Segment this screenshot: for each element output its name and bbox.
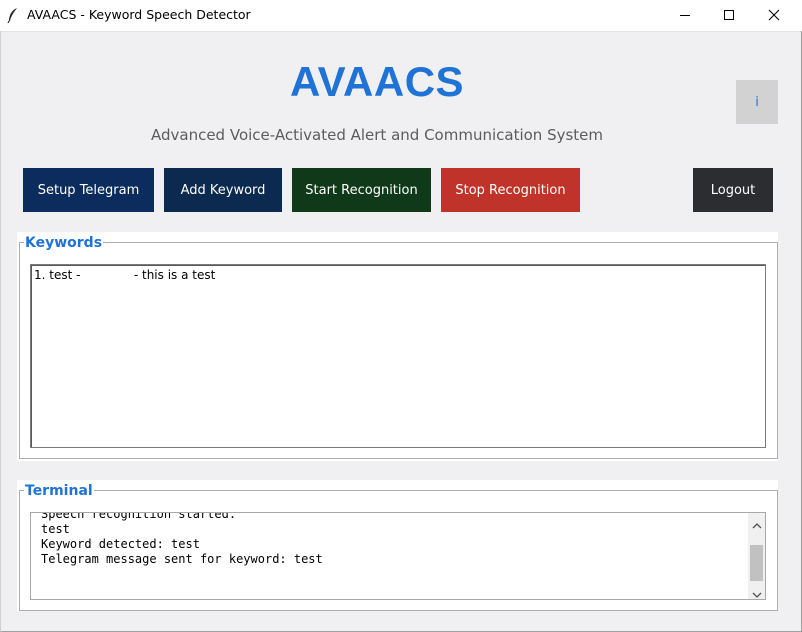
terminal-scrollbar[interactable] [748, 512, 766, 600]
terminal-line: Keyword detected: test [41, 537, 200, 551]
maximize-button[interactable] [706, 0, 752, 31]
window-title: AVAACS - Keyword Speech Detector [27, 7, 251, 22]
feather-icon [6, 7, 20, 24]
terminal-line: test [41, 522, 70, 536]
keywords-legend: Keywords [24, 235, 104, 251]
keywords-listbox[interactable]: 1. test - - this is a test [30, 264, 766, 448]
close-icon [768, 6, 780, 25]
terminal-line: Speech recognition started. [41, 512, 237, 521]
terminal-output[interactable]: Speech recognition started. test Keyword… [30, 512, 748, 600]
scroll-up-icon[interactable] [752, 516, 762, 529]
close-button[interactable] [751, 0, 797, 31]
minimize-button[interactable] [662, 0, 708, 31]
title-bar: AVAACS - Keyword Speech Detector [0, 0, 802, 32]
minimize-icon [679, 6, 691, 25]
list-item[interactable]: 1. test - - this is a test [34, 268, 215, 282]
setup-telegram-button[interactable]: Setup Telegram [23, 168, 154, 212]
terminal-line: Telegram message sent for keyword: test [41, 552, 323, 566]
add-keyword-button[interactable]: Add Keyword [164, 168, 282, 212]
start-recognition-button[interactable]: Start Recognition [292, 168, 431, 212]
scroll-thumb[interactable] [750, 545, 763, 581]
scroll-down-icon[interactable] [752, 585, 762, 598]
terminal-legend: Terminal [24, 483, 94, 499]
maximize-icon [723, 6, 735, 25]
app-subtitle: Advanced Voice-Activated Alert and Commu… [150, 126, 603, 144]
logout-button[interactable]: Logout [693, 168, 773, 212]
stop-recognition-button[interactable]: Stop Recognition [441, 168, 580, 212]
app-title: AVAACS [289, 58, 465, 105]
info-button[interactable]: i [736, 80, 778, 124]
